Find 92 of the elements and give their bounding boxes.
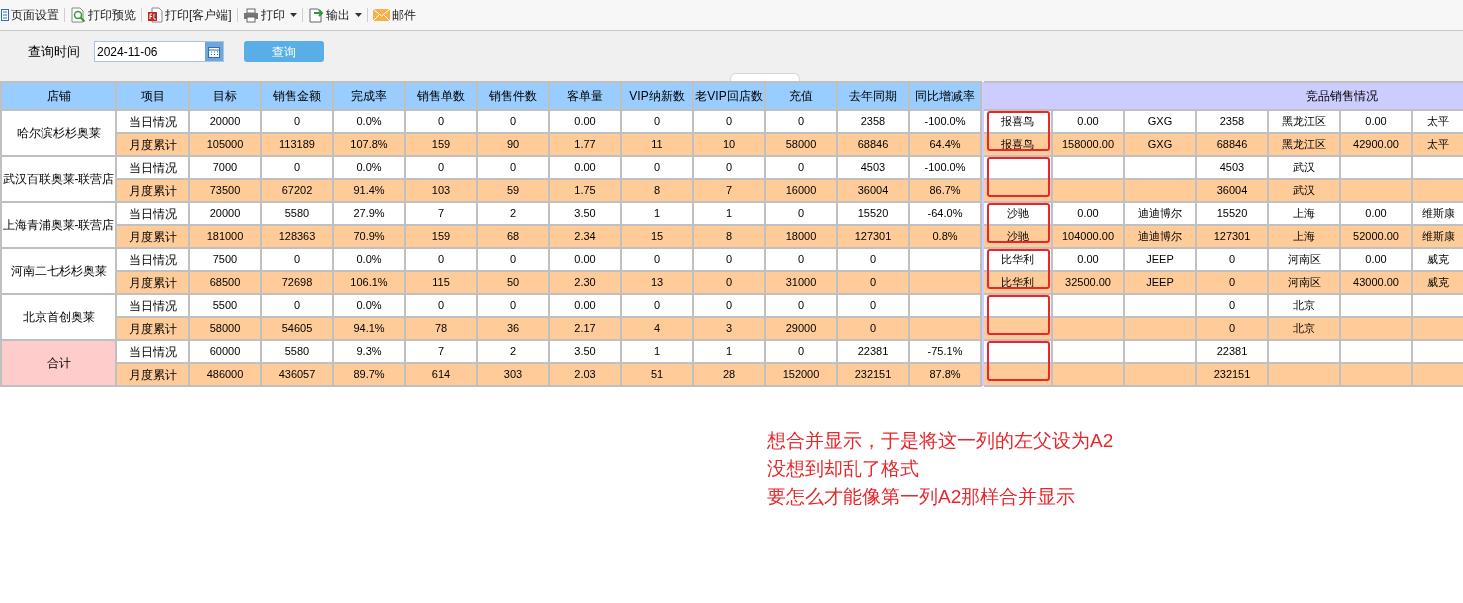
table-cell: 232151 [1213,368,1251,381]
table-cell: 太平 [1427,115,1449,128]
table-cell: 36004 [1216,184,1248,197]
table-cell: 黑龙江区 [1282,138,1326,151]
table-cell: 北京 [1293,322,1315,335]
column-header: VIP纳新数 [621,82,693,110]
toolbar-button[interactable]: 输出 [306,4,363,26]
table-cell: 迪迪博尔 [1138,207,1182,220]
column-header: 销售件数 [477,82,549,110]
table-cell: GXG [1147,115,1173,128]
table-cell: 北京 [1293,299,1315,312]
column-header: 完成率 [333,82,405,110]
table-cell: 0.00 [1077,253,1099,266]
table-cell: 42900.00 [1353,138,1399,151]
table-cell: 15520 [1216,207,1248,220]
table-cell: 报喜鸟 [1001,138,1034,151]
toolbar-button[interactable]: 打印 [241,4,298,26]
date-value: 2024-11-06 [96,43,159,61]
table-cell: 52000.00 [1353,230,1399,243]
table-cell: 158000.00 [1062,138,1114,151]
calendar-button[interactable] [205,42,223,61]
store-cell: 合计 [1,340,116,386]
store-cell: 北京首创奥莱 [1,294,116,340]
column-header: 竞品销售情况 [984,82,1463,110]
table-cell: 104000.00 [1062,230,1114,243]
table-cell: 太平 [1427,138,1449,151]
column-header: 老VIP回店数 [693,82,765,110]
table-cell: 上海 [1293,207,1315,220]
table-cell: 68846 [1216,138,1248,151]
table-cell: 0.00 [1365,253,1387,266]
table-cell: 比华利 [1001,276,1034,289]
toolbar-button[interactable]: 页面设置 [0,4,60,26]
column-header: 店铺 [1,82,116,110]
table-cell: JEEP [1146,276,1174,289]
annotation-text: 要怎么才能像第一列A2那样合并显示 [767,485,1077,509]
table-cell: 武汉 [1293,161,1315,174]
table-cell: 0.00 [1365,115,1387,128]
column-header: 充值 [765,82,837,110]
column-header: 客单量 [549,82,621,110]
table-cell: 32500.00 [1065,276,1111,289]
magnifier-page-icon [70,7,86,23]
table-cell: 0 [1228,276,1236,289]
query-time-label: 查询时间 [28,42,80,61]
table-cell: 0 [1228,299,1236,312]
table-cell: 22381 [1216,345,1248,358]
table-cell: 0 [1228,253,1236,266]
store-cell: 上海青浦奥莱-联营店 [1,202,116,248]
table-cell: 沙驰 [1006,207,1029,220]
table-cell: 2358 [1219,115,1245,128]
store-cell: 武汉百联奥莱-联营店 [1,156,116,202]
table-cell: 维斯康 [1421,207,1455,220]
document-icon [147,7,163,23]
table-cell: 河南区 [1287,253,1321,266]
export-page-icon [307,7,324,23]
date-field[interactable]: 2024-11-06 [94,41,224,62]
table-cell: GXG [1147,138,1173,151]
table-cell: 0.00 [1365,207,1387,220]
collapse-handle[interactable] [730,73,800,81]
column-header: 去年同期 [837,82,909,110]
toolbar-button[interactable]: 打印[客户端] [146,4,233,26]
table-cell: 威克 [1427,253,1449,266]
table-cell: 上海 [1293,230,1315,243]
column-header: 销售金额 [261,82,333,110]
table-cell: 0.00 [1077,115,1099,128]
store-cell: 河南二七杉杉奥莱 [1,248,116,294]
column-header: 项目 [116,82,189,110]
table-cell: 127301 [1213,230,1251,243]
envelope-icon [372,9,390,21]
column-header: 销售单数 [405,82,477,110]
toolbar-button[interactable]: 打印预览 [69,4,137,26]
table-cell: 河南区 [1287,276,1321,289]
table-cell: 黑龙江区 [1282,115,1326,128]
table-cell: 沙驰 [1006,230,1029,243]
table-cell: 比华利 [1001,253,1034,266]
table-cell: 迪迪博尔 [1138,230,1182,243]
table-cell: 43000.00 [1353,276,1399,289]
toolbar-button[interactable]: 邮件 [371,4,417,26]
calendar-icon [208,45,220,58]
printer-icon [242,7,259,23]
table-cell: 威克 [1427,276,1449,289]
table-cell: 武汉 [1293,184,1315,197]
table-cell: 0 [1228,322,1236,335]
annotation-text: 想合并显示，于是将这一列的左父设为A2 [767,429,1115,453]
column-header: 目标 [189,82,261,110]
table-cell: 报喜鸟 [1001,115,1034,128]
table-cell: JEEP [1146,253,1174,266]
annotation-text: 没想到却乱了格式 [767,457,920,481]
column-header: 同比增减率 [909,82,981,110]
store-cell: 哈尔滨杉杉奥莱 [1,110,116,156]
table-cell: 0.00 [1077,207,1099,220]
table-cell: 维斯康 [1421,230,1455,243]
table-cell: 4503 [1219,161,1245,174]
